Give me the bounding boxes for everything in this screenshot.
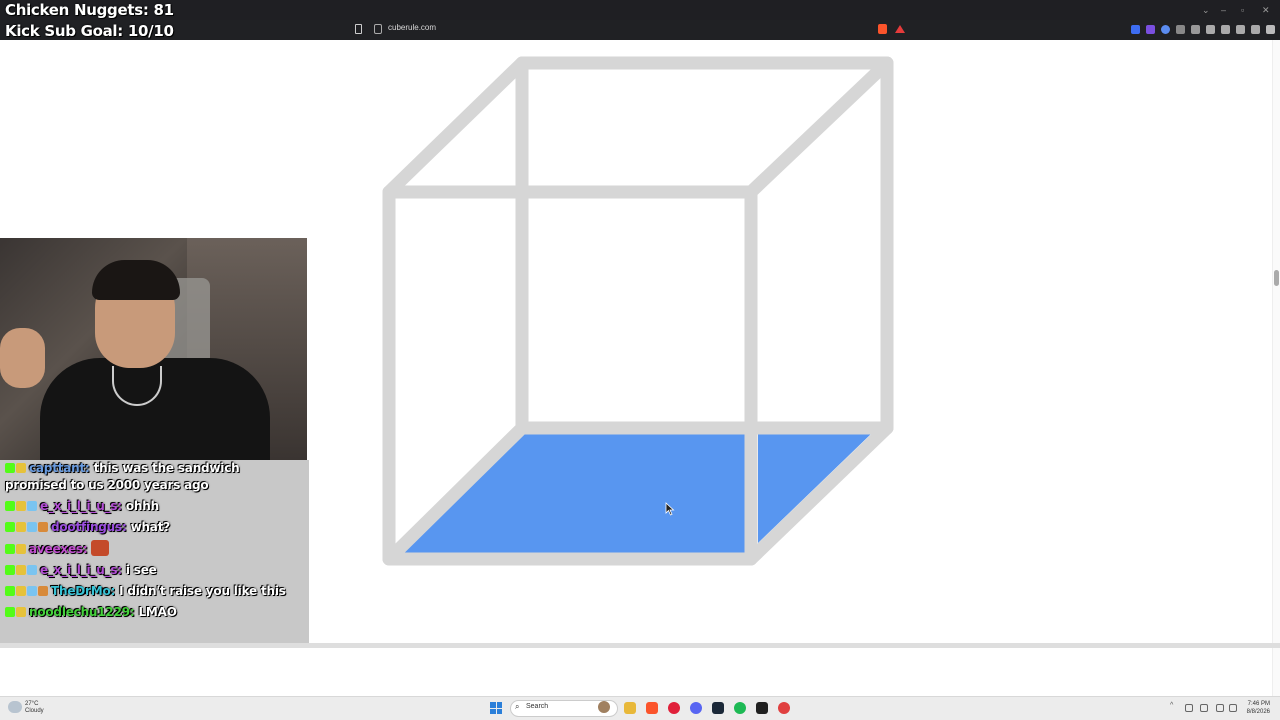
chat-message: e_x_i_l_i_u_s: i see <box>5 562 304 579</box>
chat-badge-icon <box>27 522 37 532</box>
clock-date: 8/8/2026 <box>1246 709 1270 715</box>
chat-username[interactable]: aveexes: <box>29 542 88 556</box>
chat-badge-icon <box>16 522 26 532</box>
weather-desc: Cloudy <box>25 708 44 714</box>
spotify-icon[interactable] <box>734 702 746 714</box>
stream-chat: capttant: this was the sandwich promised… <box>0 460 309 643</box>
chat-badge-icon <box>16 501 26 511</box>
scrollbar-thumb[interactable] <box>1274 270 1279 286</box>
chat-text: LMAO <box>138 605 177 619</box>
clock[interactable]: 7:46 PM 8/8/2026 <box>1247 700 1270 716</box>
app-icon[interactable] <box>778 702 790 714</box>
chat-message: capttant: this was the sandwich promised… <box>5 460 304 494</box>
volume-icon[interactable] <box>1229 704 1237 712</box>
discord-icon[interactable] <box>690 702 702 714</box>
start-button[interactable] <box>490 702 502 714</box>
brave-browser-icon[interactable] <box>646 702 658 714</box>
search-label: Search <box>526 703 549 710</box>
chat-badge-icon <box>38 522 48 532</box>
chat-badge-icon <box>38 586 48 596</box>
chat-text: i see <box>125 563 157 577</box>
chat-badge-icon <box>5 565 15 575</box>
page-scrollbar[interactable] <box>1272 40 1280 696</box>
chat-badge-icon <box>27 501 37 511</box>
chat-badge-icon <box>16 565 26 575</box>
weather-temp: 27°C <box>25 701 39 707</box>
screen: ⌄ – ▫ ✕ cuberule.com Chicken Nuggets: 81… <box>0 0 1280 720</box>
steam-icon[interactable] <box>712 702 724 714</box>
file-explorer-icon[interactable] <box>624 702 636 714</box>
opera-icon[interactable] <box>668 702 680 714</box>
chat-badge-icon <box>5 586 15 596</box>
chat-username[interactable]: e_x_i_l_i_u_s: <box>40 563 122 577</box>
cube-edge-top-left <box>382 56 529 199</box>
chat-badge-icon <box>16 544 26 554</box>
tray-icon[interactable] <box>1200 704 1208 712</box>
webcam-feed <box>0 238 307 460</box>
chat-badge-icon <box>27 586 37 596</box>
chevron-up-icon[interactable]: ^ <box>1170 702 1178 710</box>
chat-emote-icon <box>91 540 110 556</box>
chat-badge-icon <box>5 501 15 511</box>
chat-message: noodlechu1229: LMAO <box>5 604 304 621</box>
chat-badge-icon <box>5 544 15 554</box>
chat-badge-icon <box>5 463 15 473</box>
cube-edge-top-right <box>744 56 894 199</box>
chat-message: aveexes: <box>5 540 304 558</box>
page-divider <box>0 643 1280 648</box>
chat-message: TheDrMo: I didn't raise you like this <box>5 583 304 600</box>
chat-message: e_x_i_l_i_u_s: ohhh <box>5 498 304 515</box>
chat-username[interactable]: capttant: <box>29 461 90 475</box>
chat-text: I didn't raise you like this <box>119 584 286 598</box>
chat-text: ohhh <box>125 499 159 513</box>
app-icon[interactable] <box>756 702 768 714</box>
weather-widget[interactable]: 27°C Cloudy <box>25 701 44 715</box>
chat-badge-icon <box>27 565 37 575</box>
chat-username[interactable]: TheDrMo: <box>51 584 115 598</box>
chat-badge-icon <box>16 607 26 617</box>
chat-badge-icon <box>16 586 26 596</box>
chat-badge-icon <box>5 522 15 532</box>
chat-badge-icon <box>16 463 26 473</box>
chat-badge-icon <box>5 607 15 617</box>
search-highlight-icon <box>598 701 610 713</box>
taskbar: 27°C Cloudy ⌕ Search ^ 7:46 PM 8/8/2026 <box>0 696 1280 720</box>
clock-time: 7:46 PM <box>1247 701 1270 707</box>
tray-icon[interactable] <box>1185 704 1193 712</box>
chat-username[interactable]: noodlechu1229: <box>29 605 135 619</box>
search-icon: ⌕ <box>515 702 520 711</box>
mouse-cursor-icon <box>665 502 675 516</box>
cube-bottom-fill-right <box>758 434 871 543</box>
chat-message: dootfingus: what? <box>5 519 304 536</box>
chat-username[interactable]: dootfingus: <box>51 520 127 534</box>
chat-username[interactable]: e_x_i_l_i_u_s: <box>40 499 122 513</box>
weather-icon <box>8 701 22 713</box>
chat-text: what? <box>130 520 171 534</box>
network-icon[interactable] <box>1216 704 1224 712</box>
